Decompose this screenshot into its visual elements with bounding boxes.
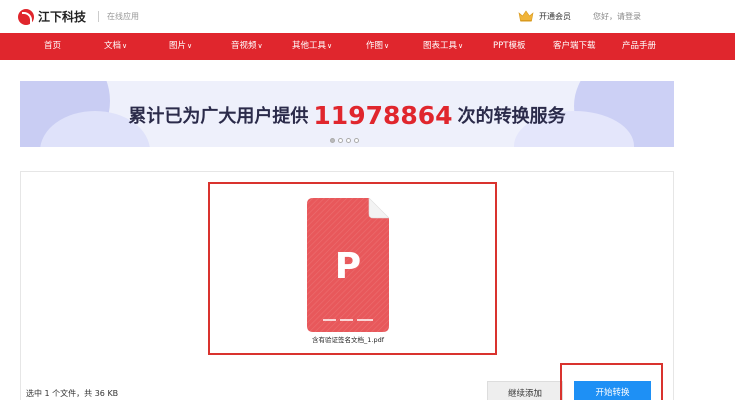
conversion-count: 11978864: [313, 101, 453, 130]
crown-icon: [518, 10, 534, 22]
main-nav: 首页 文档∨ 图片∨ 音视频∨ 其他工具∨ 作图∨ 图表工具∨ PPT模板 客户…: [0, 33, 735, 60]
selection-status: 选中 1 个文件，共 36 KB: [26, 389, 119, 398]
nav-item-documents[interactable]: 文档∨: [104, 33, 127, 60]
carousel-dot[interactable]: [346, 138, 351, 143]
logo-divider: [98, 11, 99, 22]
banner-suffix: 次的转换服务: [457, 106, 566, 127]
chevron-down-icon: ∨: [458, 42, 464, 50]
vip-label: 开通会员: [539, 11, 571, 21]
file-type-letter: P: [335, 246, 361, 287]
nav-item-audio-video[interactable]: 音视频∨: [231, 33, 263, 60]
nav-item-label: 其他工具: [292, 41, 327, 51]
banner-prefix: 累计已为广大用户提供: [128, 106, 309, 127]
start-convert-button[interactable]: 开始转换: [574, 381, 651, 400]
carousel-dot[interactable]: [338, 138, 343, 143]
carousel-dot[interactable]: [354, 138, 359, 143]
carousel-dots: [330, 138, 362, 143]
nav-item-ppt-templates[interactable]: PPT模板: [493, 33, 525, 60]
chevron-down-icon: ∨: [187, 42, 193, 50]
carousel-dot[interactable]: [330, 138, 335, 143]
nav-item-client-download[interactable]: 客户端下载: [553, 33, 596, 60]
site-subtitle: 在线应用: [107, 12, 139, 21]
nav-item-label: 图表工具: [423, 41, 458, 51]
vip-button[interactable]: 开通会员: [518, 10, 571, 22]
chevron-down-icon: ∨: [384, 42, 390, 50]
chevron-down-icon: ∨: [327, 42, 333, 50]
banner-headline: 累计已为广大用户提供 11978864 次的转换服务: [20, 101, 674, 130]
chevron-down-icon: ∨: [257, 42, 263, 50]
logo[interactable]: 江下科技: [18, 8, 86, 25]
nav-item-chart-tools[interactable]: 图表工具∨: [423, 33, 463, 60]
nav-item-drawing[interactable]: 作图∨: [366, 33, 389, 60]
nav-item-other-tools[interactable]: 其他工具∨: [292, 33, 332, 60]
logo-icon: [18, 8, 34, 25]
nav-item-label: 图片: [169, 41, 187, 51]
nav-item-label: 首页: [44, 41, 62, 51]
top-bar: 江下科技 在线应用 开通会员 您好，请登录: [0, 0, 735, 33]
nav-item-label: 客户端下载: [553, 41, 596, 51]
pdf-file-icon[interactable]: P: [307, 197, 390, 332]
nav-item-home[interactable]: 首页: [44, 33, 61, 60]
continue-adding-button[interactable]: 继续添加: [487, 381, 563, 400]
login-link[interactable]: 您好，请登录: [593, 11, 641, 22]
nav-item-label: 音视频: [231, 41, 257, 51]
logo-text: 江下科技: [38, 10, 87, 24]
nav-item-product-manual[interactable]: 产品手册: [622, 33, 656, 60]
nav-item-label: 文档: [104, 41, 122, 51]
chevron-down-icon: ∨: [122, 42, 128, 50]
nav-item-label: 产品手册: [622, 41, 657, 51]
page: 江下科技 在线应用 开通会员 您好，请登录 首页 文档∨ 图片∨ 音视频∨ 其他…: [0, 0, 735, 400]
nav-item-label: 作图: [366, 41, 384, 51]
nav-item-images[interactable]: 图片∨: [169, 33, 192, 60]
file-name: 含有验证签名文档_1.pdf: [312, 336, 384, 344]
nav-item-label: PPT模板: [493, 41, 526, 51]
